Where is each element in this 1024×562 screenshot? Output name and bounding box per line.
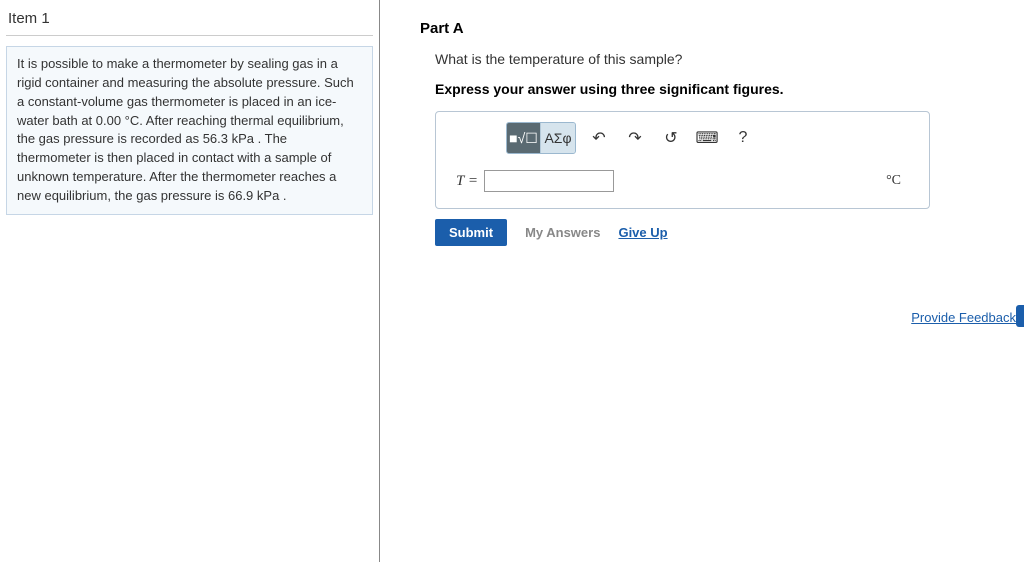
left-panel: Item 1 It is possible to make a thermome…	[0, 0, 380, 562]
keyboard-icon[interactable]: ⌨	[690, 123, 724, 153]
my-answers-label: My Answers	[525, 225, 600, 240]
give-up-link[interactable]: Give Up	[618, 225, 667, 240]
redo-icon[interactable]: ↷	[618, 123, 652, 153]
tb-group-format: ■√☐ ΑΣφ	[506, 122, 576, 154]
variable-label: T =	[456, 173, 478, 190]
answer-input[interactable]	[484, 170, 614, 192]
help-icon[interactable]: ?	[726, 123, 760, 153]
equation-toolbar: ■√☐ ΑΣφ ↶ ↷ ↺ ⌨ ?	[446, 122, 919, 162]
answer-row: T = °C	[446, 162, 919, 198]
right-panel: Part A What is the temperature of this s…	[380, 0, 1024, 562]
answer-box: ■√☐ ΑΣφ ↶ ↷ ↺ ⌨ ? T = °C	[435, 111, 930, 209]
submit-row: Submit My Answers Give Up	[435, 219, 1004, 246]
feedback-tab[interactable]	[1016, 305, 1024, 327]
part-header: Part A	[420, 20, 1004, 37]
unit-label: °C	[886, 173, 901, 189]
instruction-text: Express your answer using three signific…	[435, 81, 1004, 97]
question-text: What is the temperature of this sample?	[435, 51, 1004, 67]
undo-icon[interactable]: ↶	[582, 123, 616, 153]
item-header: Item 1	[6, 8, 373, 36]
reset-icon[interactable]: ↺	[654, 123, 688, 153]
main-container: Item 1 It is possible to make a thermome…	[0, 0, 1024, 562]
greek-button[interactable]: ΑΣφ	[541, 123, 575, 153]
submit-button[interactable]: Submit	[435, 219, 507, 246]
problem-statement: It is possible to make a thermometer by …	[6, 46, 373, 215]
templates-icon[interactable]: ■√☐	[507, 123, 541, 153]
provide-feedback-link[interactable]: Provide Feedback	[911, 310, 1016, 325]
